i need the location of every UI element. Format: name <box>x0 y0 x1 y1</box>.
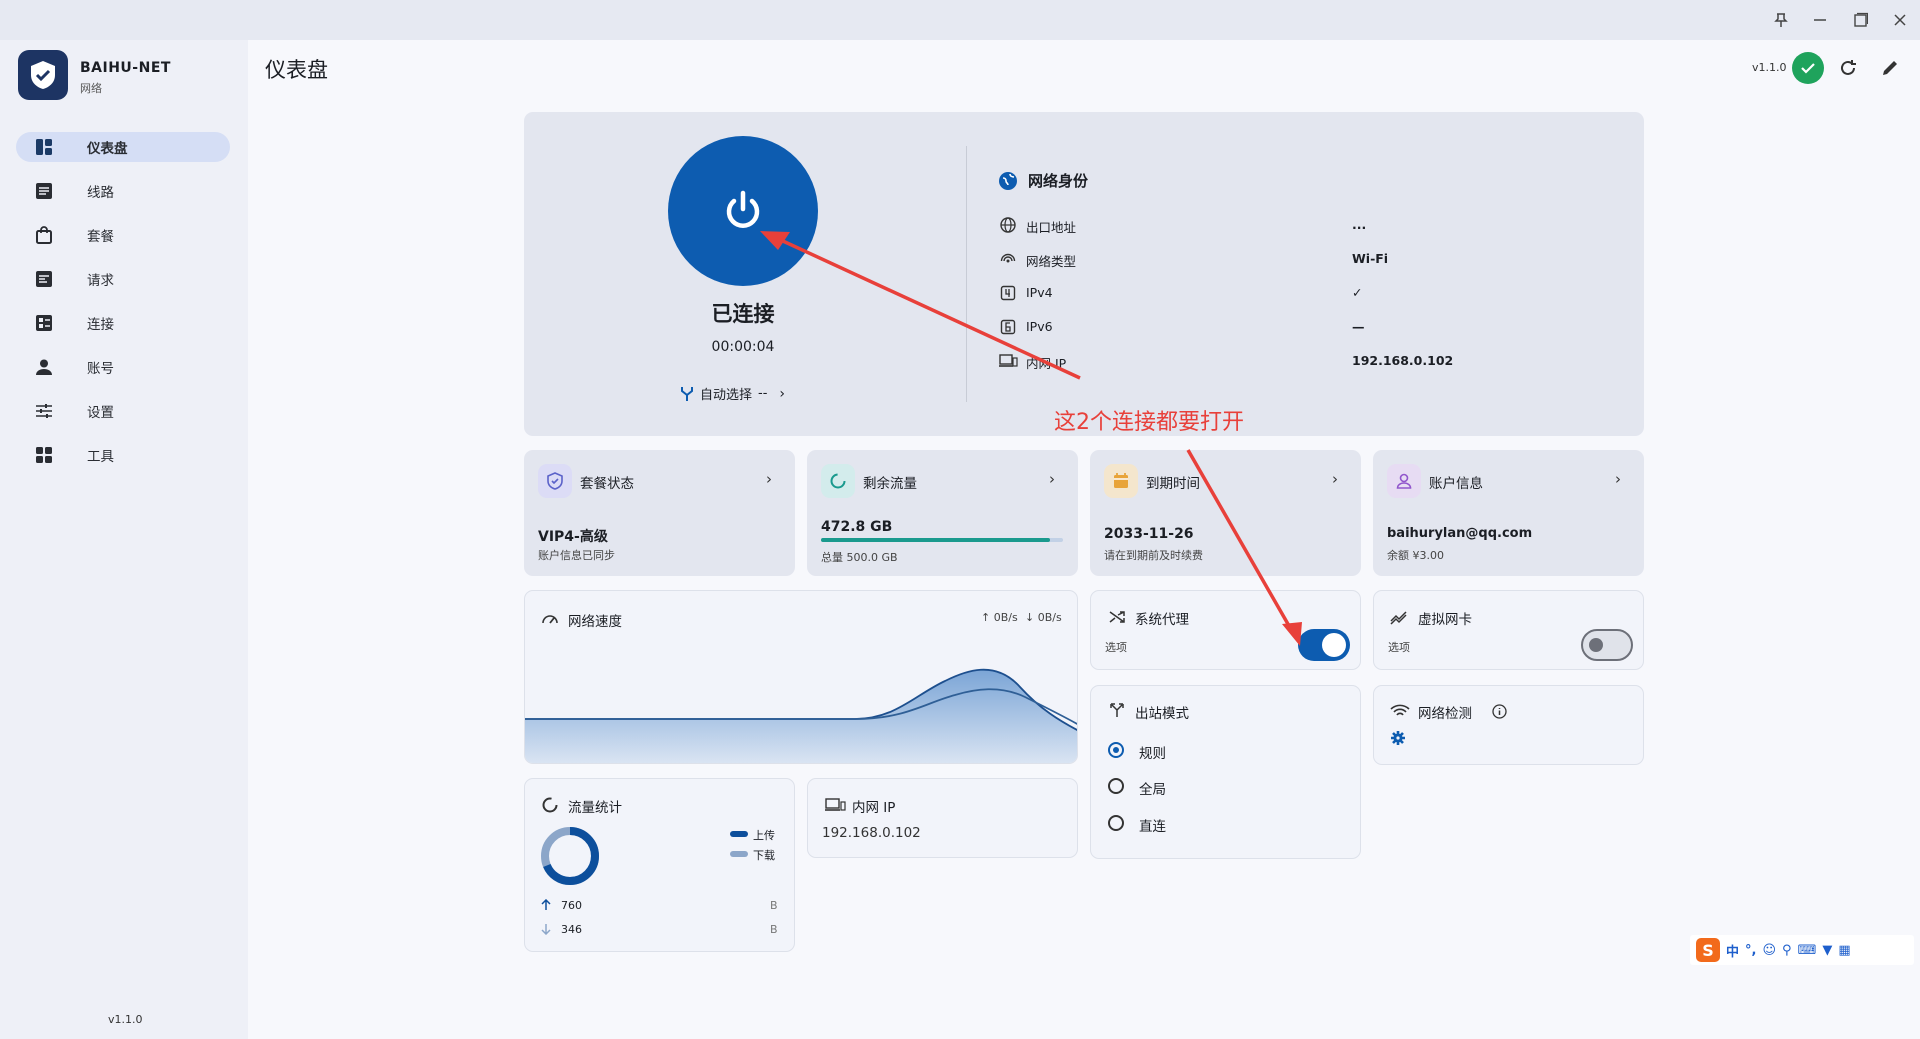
ime-emoji-icon: ☺ <box>1762 942 1777 958</box>
ime-mic-icon: ⚲ <box>1782 942 1792 958</box>
ime-mode-icon: 中 <box>1726 944 1740 960</box>
ime-keyboard-icon: ⌨ <box>1797 942 1817 958</box>
ime-grid-icon: ▦ <box>1838 942 1851 958</box>
ime-skin-icon: ▼ <box>1822 942 1833 958</box>
annotation-text: 这2个连接都要打开 <box>1054 410 1244 435</box>
ime-toolbar[interactable]: S 中 °, ☺ ⚲ ⌨ ▼ ▦ <box>1690 935 1914 965</box>
ime-logo-icon: S <box>1696 938 1720 962</box>
ime-punct-icon: °, <box>1745 942 1757 958</box>
annotation-arrows <box>760 231 1302 646</box>
